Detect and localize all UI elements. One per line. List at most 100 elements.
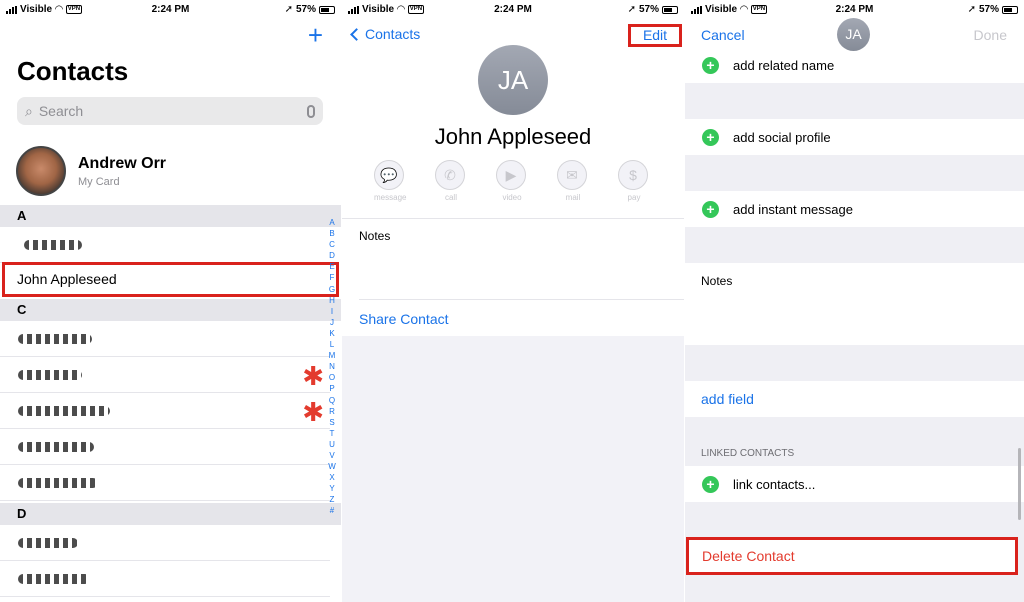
index-letter[interactable]: C <box>327 239 337 250</box>
index-letter[interactable]: # <box>327 505 337 516</box>
microphone-icon[interactable] <box>307 104 315 118</box>
battery-percent: 57% <box>638 4 659 15</box>
section-header-a: A <box>0 205 341 227</box>
index-letter[interactable]: A <box>327 217 337 228</box>
add-field-label: add field <box>701 391 754 407</box>
contact-name: John Appleseed <box>434 124 592 149</box>
my-card-name: Andrew Orr <box>78 154 167 172</box>
index-letter[interactable]: X <box>327 472 337 483</box>
index-letter[interactable]: P <box>327 383 337 394</box>
my-card-subtitle: My Card <box>78 175 120 188</box>
index-letter[interactable]: J <box>327 317 337 328</box>
action-buttons: 💬 message ✆ call ▶ video ✉ mail $ pay <box>374 160 650 202</box>
contact-row-redacted[interactable]: ✱ <box>0 357 330 393</box>
cancel-button[interactable]: Cancel <box>701 27 745 43</box>
contact-row-redacted[interactable] <box>0 561 330 597</box>
message-button[interactable]: 💬 message <box>374 160 406 202</box>
status-bar: Visible ◠ VPN 2:24 PM ➚ 57% <box>0 0 341 18</box>
index-letter[interactable]: S <box>327 417 337 428</box>
contact-row-redacted[interactable] <box>0 429 330 465</box>
contact-row-redacted[interactable] <box>0 465 330 501</box>
link-contacts-row[interactable]: + link contacts... <box>685 466 1024 502</box>
action-label: pay <box>627 193 641 202</box>
done-button[interactable]: Done <box>974 27 1007 43</box>
share-contact-button[interactable]: Share Contact <box>359 311 449 327</box>
notes-field[interactable]: Notes <box>685 263 1024 345</box>
index-letter[interactable]: I <box>327 306 337 317</box>
index-letter[interactable]: Y <box>327 483 337 494</box>
index-letter[interactable]: B <box>327 228 337 239</box>
avatar[interactable]: JA <box>837 18 870 51</box>
edit-button[interactable]: Edit <box>628 24 682 47</box>
chevron-left-icon <box>350 27 363 41</box>
row-label: link contacts... <box>733 476 816 492</box>
action-label: video <box>502 193 522 202</box>
search-placeholder: Search <box>38 103 84 119</box>
index-letter[interactable]: Z <box>327 494 337 505</box>
index-letter[interactable]: T <box>327 428 337 439</box>
search-input[interactable]: ⌕ Search <box>17 97 323 125</box>
call-button[interactable]: ✆ call <box>435 160 467 202</box>
battery-percent: 57% <box>295 4 316 15</box>
index-letter[interactable]: R <box>327 406 337 417</box>
index-letter[interactable]: F <box>327 272 337 283</box>
message-icon: 💬 <box>374 160 404 190</box>
add-instant-message-row[interactable]: + add instant message <box>685 191 1024 227</box>
mail-icon: ✉ <box>557 160 587 190</box>
action-label: mail <box>565 193 581 202</box>
add-contact-button[interactable]: + <box>308 22 323 48</box>
battery-percent: 57% <box>978 4 999 15</box>
status-bar: Visible ◠ VPN 2:24 PM ➚ 57% <box>342 0 684 18</box>
contact-row-redacted[interactable] <box>0 525 330 561</box>
contact-row-john-appleseed[interactable]: John Appleseed <box>2 262 339 297</box>
notes-label[interactable]: Notes <box>359 229 390 243</box>
video-button[interactable]: ▶ video <box>496 160 528 202</box>
location-icon: ➚ <box>284 4 293 15</box>
contacts-list-screen: Visible ◠ VPN 2:24 PM ➚ 57% + Contacts ⌕… <box>0 0 341 602</box>
contact-row-redacted[interactable] <box>0 321 330 357</box>
add-field-button[interactable]: add field <box>685 381 1024 417</box>
battery-icon <box>1002 5 1018 14</box>
redacted-name <box>18 334 92 344</box>
index-letter[interactable]: M <box>327 350 337 361</box>
add-related-name-row[interactable]: + add related name <box>685 56 1024 83</box>
index-letter[interactable]: L <box>327 339 337 350</box>
action-label: call <box>444 193 457 202</box>
add-circle-icon: + <box>702 200 719 218</box>
row-label: add related name <box>733 57 835 73</box>
status-bar: Visible ◠ VPN 2:24 PM ➚ 57% <box>685 0 1024 18</box>
redacted-name <box>24 240 82 250</box>
scrollbar[interactable] <box>1018 448 1021 520</box>
contact-row-redacted[interactable] <box>0 227 330 263</box>
mail-button[interactable]: ✉ mail <box>557 160 589 202</box>
index-letter[interactable]: E <box>327 261 337 272</box>
index-letter[interactable]: U <box>327 439 337 450</box>
add-social-profile-row[interactable]: + add social profile <box>685 119 1024 155</box>
avatar: JA <box>478 45 548 115</box>
action-label: message <box>374 193 407 202</box>
index-letter[interactable]: N <box>327 361 337 372</box>
location-icon: ➚ <box>967 4 976 15</box>
pay-button[interactable]: $ pay <box>618 160 650 202</box>
delete-contact-button[interactable]: Delete Contact <box>686 537 1018 575</box>
page-title: Contacts <box>17 56 129 86</box>
index-letter[interactable]: G <box>327 284 337 295</box>
redacted-name <box>18 538 78 548</box>
edit-contact-screen: Visible ◠ VPN 2:24 PM ➚ 57% Cancel JA Do… <box>685 0 1024 602</box>
section-index[interactable]: A B C D E F G H I J K L M N O P Q R S T U V W X Y Z # <box>327 217 337 517</box>
section-header-d: D <box>0 503 341 525</box>
back-button[interactable]: Contacts <box>350 26 420 42</box>
linked-contacts-header: LINKED CONTACTS <box>701 448 795 459</box>
index-letter[interactable]: Q <box>327 395 337 406</box>
index-letter[interactable]: O <box>327 372 337 383</box>
index-letter[interactable]: H <box>327 295 337 306</box>
phone-icon: ✆ <box>435 160 465 190</box>
redacted-name <box>18 574 90 584</box>
index-letter[interactable]: W <box>327 461 337 472</box>
index-letter[interactable]: K <box>327 328 337 339</box>
my-card[interactable]: Andrew Orr My Card <box>16 146 166 196</box>
redacted-name <box>18 478 98 488</box>
index-letter[interactable]: D <box>327 250 337 261</box>
contact-row-redacted[interactable]: ✱ <box>0 393 330 429</box>
index-letter[interactable]: V <box>327 450 337 461</box>
